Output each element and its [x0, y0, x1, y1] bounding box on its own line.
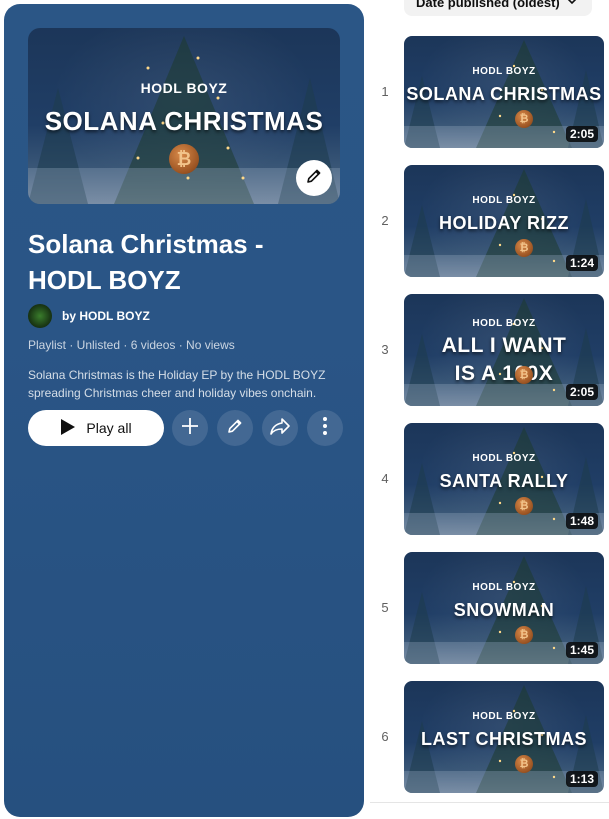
owner-name[interactable]: by HODL BOYZ — [62, 309, 150, 323]
list-item[interactable]: 1 HODL BOYZ SOLANA CHRISTMAS ₿ 2:05 — [370, 36, 609, 149]
pencil-icon — [225, 416, 245, 441]
video-thumbnail-title: ALL I WANT — [441, 334, 567, 357]
hero-title: SOLANA CHRISTMAS — [44, 106, 324, 136]
video-duration: 1:24 — [565, 255, 598, 271]
avatar[interactable] — [28, 304, 52, 328]
video-index: 4 — [381, 471, 389, 486]
bitcoin-ornament-icon: ₿ — [515, 497, 533, 515]
video-duration: 1:13 — [565, 771, 598, 787]
bitcoin-ornament-icon: ₿ — [515, 110, 533, 128]
bitcoin-ornament-icon: ₿ — [515, 626, 533, 644]
chevron-down-icon — [566, 0, 578, 10]
more-vert-icon — [322, 416, 328, 441]
playlist-actions: Play all — [28, 410, 352, 446]
video-thumbnail-title: SOLANA CHRISTMAS — [406, 84, 602, 104]
play-all-label: Play all — [86, 420, 132, 436]
video-duration: 1:45 — [565, 642, 598, 658]
video-thumbnail-title: SANTA RALLY — [439, 471, 569, 491]
video-thumbnail[interactable]: HODL BOYZ SNOWMAN ₿ 1:45 — [404, 552, 604, 664]
plus-icon — [180, 416, 200, 441]
list-item[interactable]: 5 HODL BOYZ SNOWMAN ₿ 1:45 — [370, 552, 609, 665]
bitcoin-ornament-icon: ₿ — [515, 755, 533, 773]
list-item[interactable]: 3 HODL BOYZ ALL I WANT IS A 100X ₿ 2:05 — [370, 294, 609, 407]
video-thumbnail[interactable]: HODL BOYZ SANTA RALLY ₿ 1:48 — [404, 423, 604, 535]
video-thumbnail[interactable]: HODL BOYZ ALL I WANT IS A 100X ₿ 2:05 — [404, 294, 604, 406]
share-button[interactable] — [262, 410, 298, 446]
video-band-name: HODL BOYZ — [472, 66, 536, 77]
video-thumbnail-title: LAST CHRISTMAS — [421, 729, 587, 749]
edit-button[interactable] — [217, 410, 253, 446]
video-thumbnail[interactable]: HODL BOYZ HOLIDAY RIZZ ₿ 1:24 — [404, 165, 604, 277]
video-index: 2 — [381, 213, 389, 228]
playlist-title: Solana Christmas - HODL BOYZ — [28, 229, 264, 295]
share-icon — [269, 416, 291, 441]
video-duration: 2:05 — [565, 126, 598, 142]
more-options-button[interactable] — [307, 410, 343, 446]
playlist-header-panel: HODL BOYZ SOLANA CHRISTMAS ₿ Solana Chri… — [4, 4, 364, 817]
video-duration: 2:05 — [565, 384, 598, 400]
list-item[interactable]: 4 HODL BOYZ SANTA RALLY ₿ 1:48 — [370, 423, 609, 536]
video-index: 6 — [381, 729, 389, 744]
pencil-icon — [304, 166, 324, 191]
video-band-name: HODL BOYZ — [472, 711, 536, 722]
playlist-thumbnail[interactable]: HODL BOYZ SOLANA CHRISTMAS ₿ — [28, 28, 340, 204]
video-index: 1 — [381, 84, 389, 99]
video-thumbnail[interactable]: HODL BOYZ LAST CHRISTMAS ₿ 1:13 — [404, 681, 604, 793]
video-duration: 1:48 — [565, 513, 598, 529]
playlist-meta: Playlist · Unlisted · 6 videos · No view… — [28, 338, 235, 352]
video-thumbnail[interactable]: HODL BOYZ SOLANA CHRISTMAS ₿ 2:05 — [404, 36, 604, 148]
video-band-name: HODL BOYZ — [472, 453, 536, 464]
video-band-name: HODL BOYZ — [472, 195, 536, 206]
video-index: 5 — [381, 600, 389, 615]
video-thumbnail-title: SNOWMAN — [453, 600, 555, 620]
play-icon — [60, 418, 76, 439]
bitcoin-ornament-icon: ₿ — [169, 144, 199, 174]
video-band-name: HODL BOYZ — [472, 582, 536, 593]
bitcoin-ornament-icon: ₿ — [515, 239, 533, 257]
hero-band-name: HODL BOYZ — [140, 80, 228, 96]
playlist-description: Solana Christmas is the Holiday EP by th… — [28, 368, 326, 400]
video-band-name: HODL BOYZ — [472, 318, 536, 329]
add-button[interactable] — [172, 410, 208, 446]
edit-thumbnail-button[interactable] — [296, 160, 332, 196]
video-index: 3 — [381, 342, 389, 357]
sort-label: Date published (oldest) — [416, 0, 560, 10]
video-thumbnail-title: IS A 100X — [454, 362, 554, 385]
list-item[interactable]: 2 HODL BOYZ HOLIDAY RIZZ ₿ 1:24 — [370, 165, 609, 278]
play-all-button[interactable]: Play all — [28, 410, 164, 446]
bitcoin-ornament-icon: ₿ — [515, 366, 533, 384]
video-thumbnail-title: HOLIDAY RIZZ — [438, 213, 569, 233]
sort-dropdown[interactable]: Date published (oldest) — [404, 0, 592, 16]
divider — [370, 802, 609, 803]
owner-row[interactable]: by HODL BOYZ — [28, 304, 150, 328]
list-item[interactable]: 6 HODL BOYZ LAST CHRISTMAS ₿ 1:13 — [370, 681, 609, 794]
